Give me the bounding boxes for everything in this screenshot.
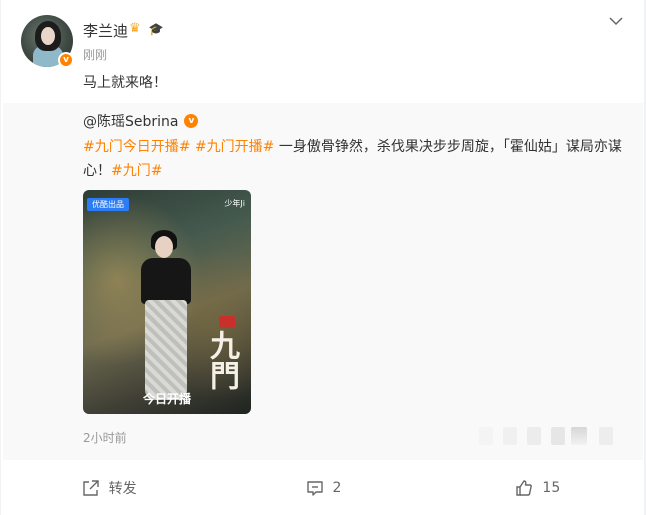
faded-decoration [571, 427, 587, 445]
graduation-cap-icon[interactable]: 🎓 [149, 21, 164, 37]
comment-button[interactable]: 2 [216, 460, 430, 515]
hashtag-link[interactable]: #九门# [111, 163, 162, 179]
verified-badge-icon: v [58, 52, 74, 68]
reposted-content[interactable]: @陈瑶Sebrina v #九门今日开播# #九门开播# 一身傲骨铮然，杀伐果决… [3, 103, 643, 460]
hashtag-link[interactable]: #九门今日开播# [83, 139, 190, 155]
crown-icon[interactable]: ♛ [129, 21, 141, 37]
hashtag-link[interactable]: #九门开播# [195, 139, 274, 155]
poster-caption: 今日开播 [142, 392, 191, 406]
poster-title-calligraphy: 九門 [204, 330, 239, 390]
poster-figure-head [155, 236, 173, 258]
repost-time[interactable]: 2小时前 [83, 429, 127, 446]
faded-decoration [503, 427, 517, 445]
author-name[interactable]: 李兰迪 [83, 20, 128, 41]
chevron-down-icon[interactable] [607, 12, 625, 30]
repost-label: 转发 [108, 480, 137, 497]
faded-decoration [527, 427, 541, 445]
thumbs-up-icon [516, 479, 533, 496]
faded-decoration [479, 427, 493, 445]
like-button[interactable]: 15 [431, 460, 645, 515]
poster-red-seal [219, 316, 235, 328]
author-badges: ♛ 🎓 [129, 21, 164, 37]
poster-image[interactable]: 优酷出品 少年Ji 九門 今日开播 [83, 190, 251, 414]
poster-figure-top [141, 258, 191, 304]
poster-brand-logo: 少年Ji [224, 199, 245, 208]
comment-count: 2 [332, 479, 342, 496]
like-count: 15 [542, 479, 561, 496]
poster-figure-dress [145, 300, 187, 400]
post-time[interactable]: 刚刚 [83, 46, 107, 63]
repost-button[interactable]: 转发 [2, 460, 216, 515]
faded-decoration [599, 427, 613, 445]
post-text: 马上就来咯！ [83, 75, 167, 91]
poster-producer-badge: 优酷出品 [87, 198, 129, 211]
repost-author-name[interactable]: @陈瑶Sebrina [83, 111, 178, 131]
action-bar: 转发 2 15 [2, 460, 645, 515]
repost-text: #九门今日开播# #九门开播# 一身傲骨铮然，杀伐果决步步周旋，「霍仙姑」谋局亦… [83, 135, 631, 183]
faded-decoration [551, 427, 565, 445]
share-icon [82, 479, 99, 496]
verified-badge-icon: v [184, 114, 199, 128]
comment-icon [306, 480, 323, 496]
repost-author[interactable]: @陈瑶Sebrina v [83, 111, 199, 131]
avatar-figure-face [41, 27, 55, 45]
weibo-post-card: v 李兰迪 ♛ 🎓 刚刚 马上就来咯！ @陈瑶Sebrina v #九门今日开播… [1, 0, 644, 515]
